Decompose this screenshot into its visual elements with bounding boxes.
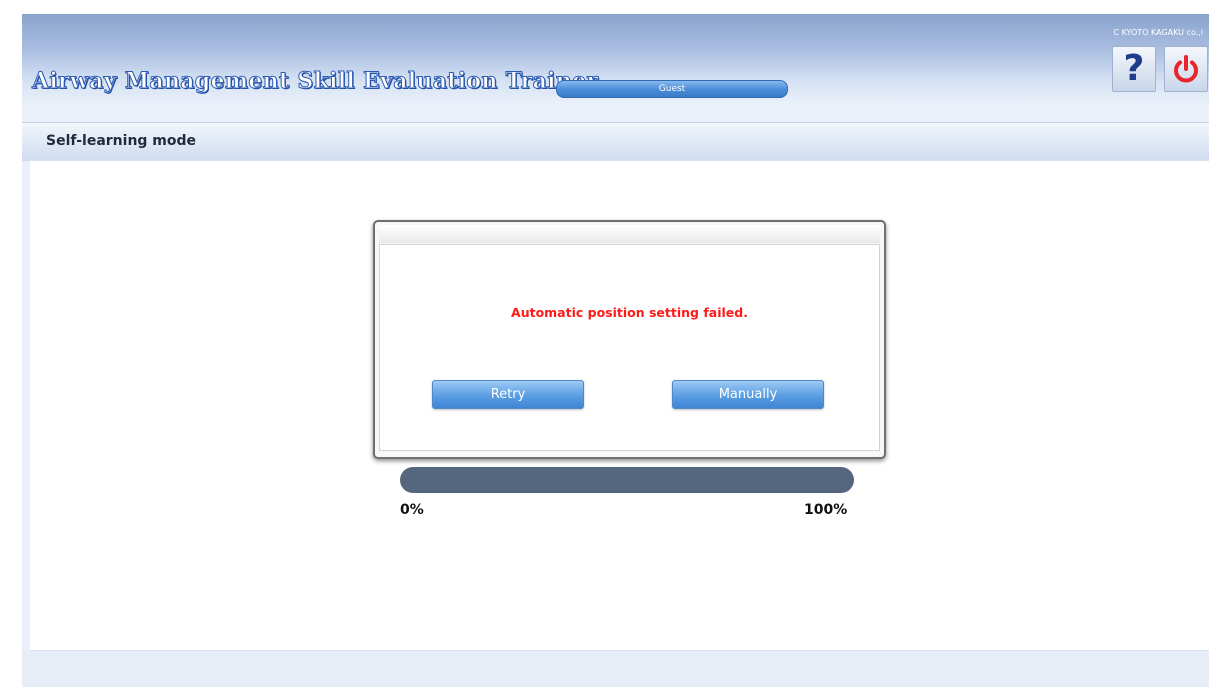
progress-max-label: 100%	[804, 502, 848, 518]
footer-bar	[22, 651, 1209, 687]
user-badge: Guest	[556, 80, 788, 98]
dialog-title-strip	[379, 225, 880, 243]
manually-button[interactable]: Manually	[672, 380, 824, 409]
mode-bar: Self-learning mode	[22, 122, 1209, 161]
progress-bar	[400, 467, 854, 493]
copyright-text: C KYOTO KAGAKU co.,l	[1113, 28, 1203, 37]
error-dialog: Automatic position setting failed. Retry…	[373, 220, 886, 459]
dialog-body: Automatic position setting failed. Retry…	[379, 244, 880, 451]
power-button[interactable]	[1164, 46, 1208, 92]
power-icon	[1174, 55, 1198, 83]
help-button[interactable]: ?	[1112, 46, 1156, 92]
app-title: Airway Management Skill Evaluation Train…	[31, 68, 599, 95]
app-header: Airway Management Skill Evaluation Train…	[22, 14, 1209, 102]
mode-title: Self-learning mode	[46, 133, 197, 149]
application-window: Airway Management Skill Evaluation Train…	[22, 14, 1209, 687]
error-message: Automatic position setting failed.	[511, 305, 748, 320]
retry-button[interactable]: Retry	[432, 380, 584, 409]
question-mark-icon: ?	[1123, 48, 1145, 89]
progress-min-label: 0%	[400, 502, 424, 518]
